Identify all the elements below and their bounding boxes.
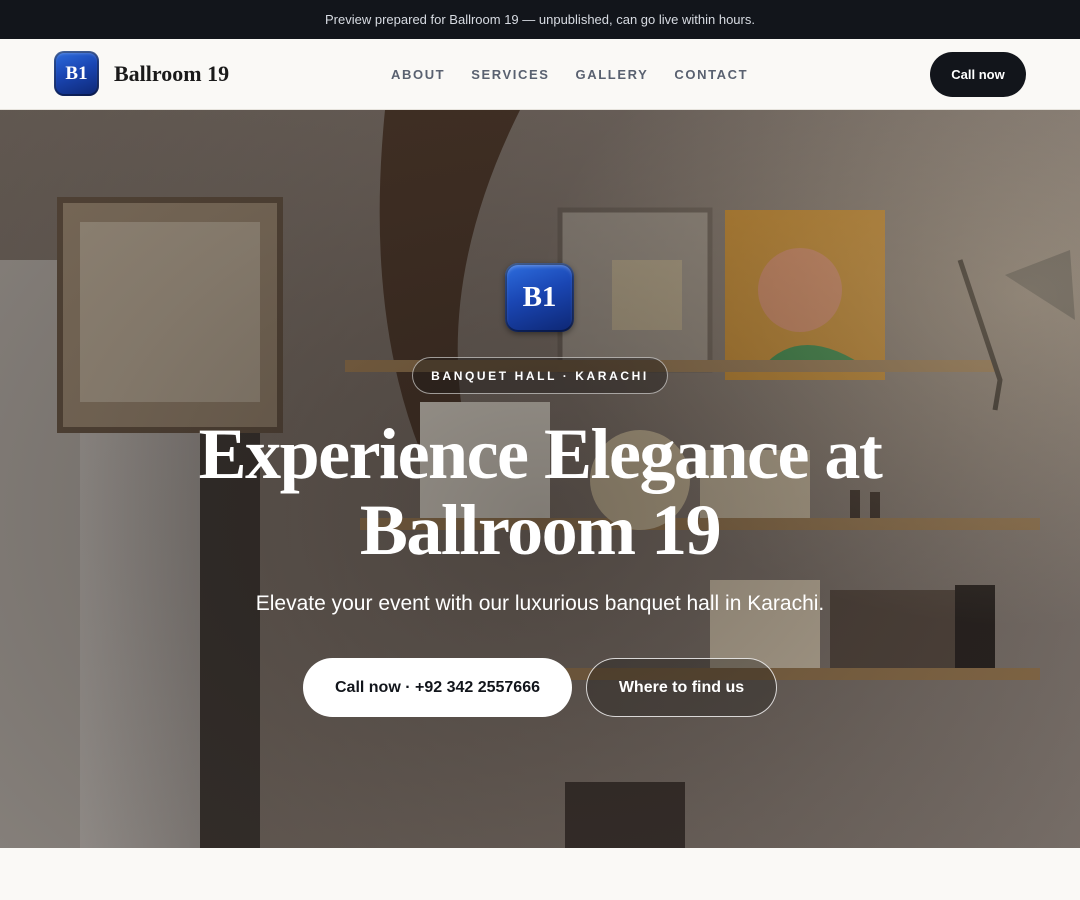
site-header: B1 Ballroom 19 ABOUT SERVICES GALLERY CO…	[0, 39, 1080, 110]
hero-call-button[interactable]: Call now · +92 342 2557666	[303, 658, 572, 717]
hero-logo-badge: B1	[505, 263, 574, 332]
preview-banner: Preview prepared for Ballroom 19 — unpub…	[0, 0, 1080, 39]
hero-directions-button[interactable]: Where to find us	[586, 658, 777, 717]
hero-headline: Experience Elegance at Ballroom 19	[90, 416, 990, 568]
main-nav: ABOUT SERVICES GALLERY CONTACT	[391, 39, 748, 109]
hero-subheadline: Elevate your event with our luxurious ba…	[255, 592, 825, 615]
hero-headline-line-2: Ballroom 19	[359, 490, 722, 570]
nav-link-gallery[interactable]: GALLERY	[576, 67, 649, 82]
nav-link-about[interactable]: ABOUT	[391, 67, 445, 82]
hero-headline-line-1: Experience Elegance at	[198, 414, 883, 494]
hero-eyebrow-pill: BANQUET HALL · KARACHI	[412, 357, 668, 394]
preview-banner-text: Preview prepared for Ballroom 19 — unpub…	[325, 12, 755, 27]
header-call-button[interactable]: Call now	[930, 52, 1026, 97]
nav-link-contact[interactable]: CONTACT	[674, 67, 748, 82]
logo-badge: B1	[54, 51, 99, 96]
brand[interactable]: B1 Ballroom 19	[54, 51, 229, 96]
brand-name: Ballroom 19	[114, 60, 230, 86]
hero-section: B1 BANQUET HALL · KARACHI Experience Ele…	[0, 110, 1080, 848]
nav-link-services[interactable]: SERVICES	[471, 67, 549, 82]
